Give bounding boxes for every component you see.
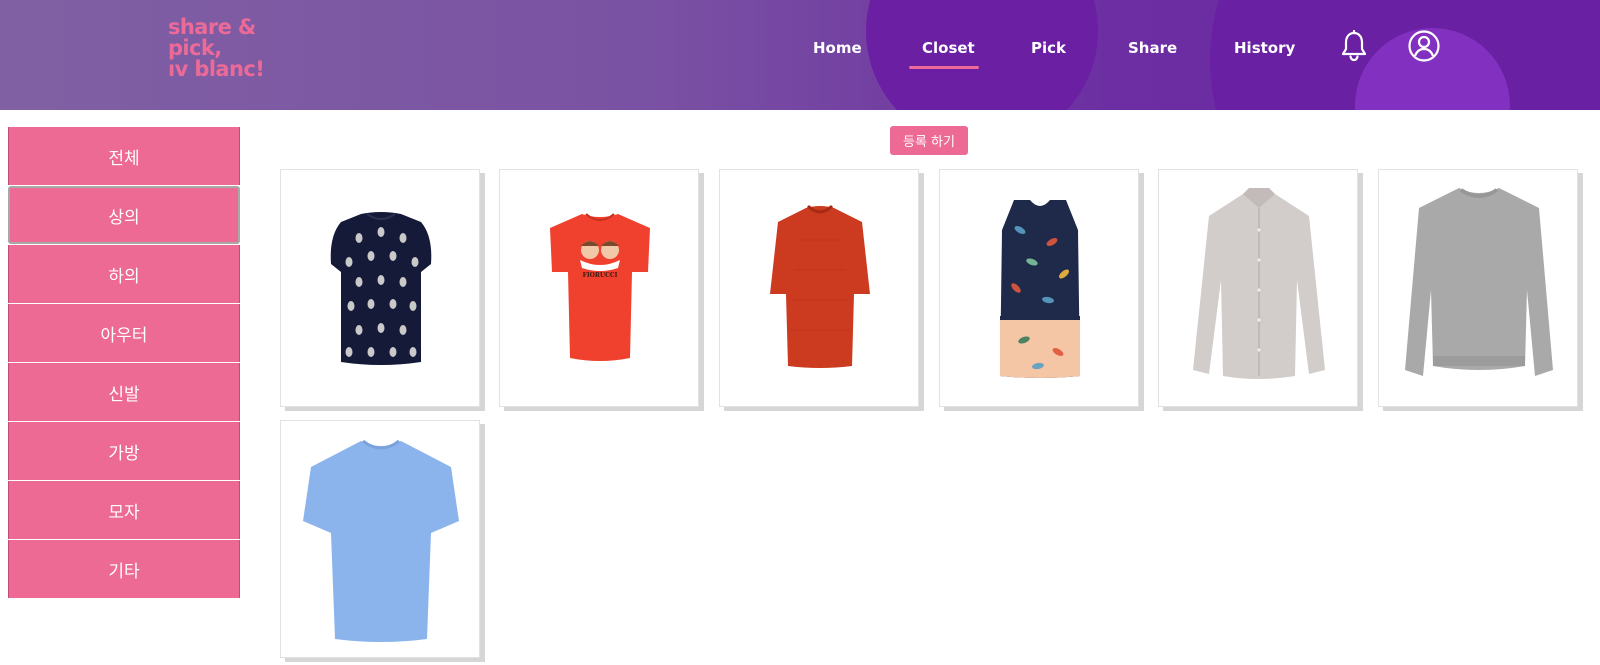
floral-sleeveless-blouse-image xyxy=(1000,200,1080,378)
category-hats-button[interactable]: 모자 xyxy=(8,481,240,539)
category-bags-button[interactable]: 가방 xyxy=(8,422,240,480)
logo-line: share & xyxy=(168,15,256,39)
nav-home[interactable]: Home xyxy=(813,39,862,61)
clothing-card[interactable]: FIORUCCI xyxy=(499,169,699,407)
bell-icon[interactable] xyxy=(1340,30,1368,62)
red-graphic-tshirt-image: FIORUCCI xyxy=(550,213,650,361)
grey-sweatshirt-image xyxy=(1405,188,1553,376)
clothing-card[interactable] xyxy=(280,420,480,658)
user-circle-icon[interactable] xyxy=(1408,30,1440,62)
category-bottoms-button[interactable]: 하의 xyxy=(8,245,240,303)
logo-line: ıv blanc! xyxy=(168,57,265,81)
clothing-card[interactable] xyxy=(280,169,480,407)
navy-polka-dot-top-image xyxy=(330,212,432,365)
top-header: share & pick, ıv blanc! Home Closet Pick… xyxy=(0,0,1600,110)
grey-button-down-shirt-image xyxy=(1193,188,1325,379)
brand-logo[interactable]: share & pick, ıv blanc! xyxy=(168,15,265,81)
svg-text:FIORUCCI: FIORUCCI xyxy=(583,272,618,279)
logo-line: pick, xyxy=(168,36,222,60)
nav-closet[interactable]: Closet xyxy=(922,39,975,61)
clothing-card[interactable] xyxy=(1378,169,1578,407)
category-tops-button[interactable]: 상의 xyxy=(8,186,240,244)
nav-share[interactable]: Share xyxy=(1128,39,1177,61)
clothing-card[interactable] xyxy=(939,169,1139,407)
clothing-card[interactable] xyxy=(719,169,919,407)
red-knit-top-image xyxy=(770,204,870,368)
clothing-card[interactable] xyxy=(1158,169,1358,407)
nav-history[interactable]: History xyxy=(1234,39,1295,61)
register-button[interactable]: 등록 하기 xyxy=(890,126,968,155)
category-etc-button[interactable]: 기타 xyxy=(8,540,240,598)
light-blue-tshirt-image xyxy=(303,439,459,642)
category-shoes-button[interactable]: 신발 xyxy=(8,363,240,421)
category-outer-button[interactable]: 아우터 xyxy=(8,304,240,362)
category-all-button[interactable]: 전체 xyxy=(8,127,240,185)
nav-pick[interactable]: Pick xyxy=(1031,39,1066,61)
active-nav-underline xyxy=(909,66,979,69)
